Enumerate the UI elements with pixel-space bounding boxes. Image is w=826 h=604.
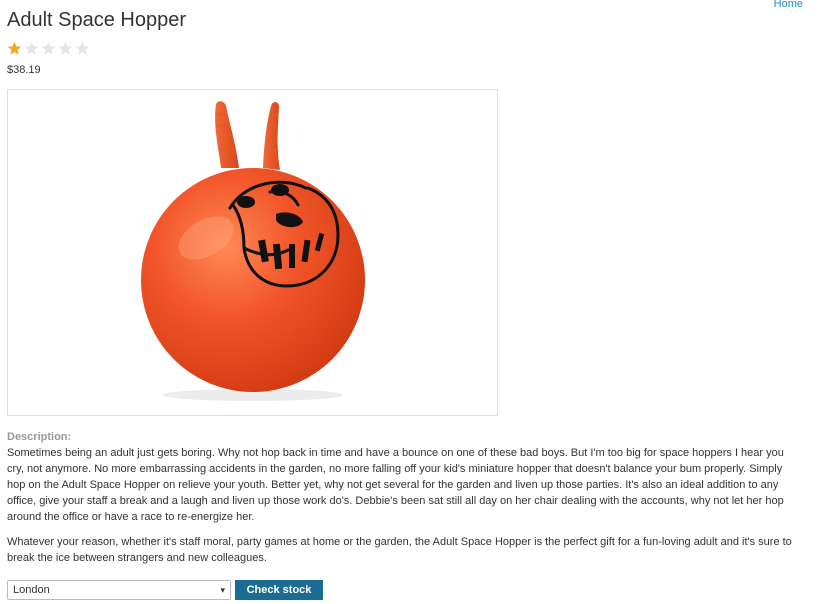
description-label: Description: xyxy=(7,431,72,443)
star-filled-icon xyxy=(7,41,22,55)
product-price: $38.19 xyxy=(7,64,41,76)
check-stock-button[interactable]: Check stock xyxy=(235,580,323,600)
rating-stars xyxy=(7,41,90,56)
star-empty-icon xyxy=(58,41,73,55)
store-select-value: London xyxy=(13,584,50,596)
space-hopper-image xyxy=(141,101,365,401)
description-paragraph: Whatever your reason, whether it's staff… xyxy=(7,536,792,564)
chevron-down-icon: ▾ xyxy=(220,584,225,595)
product-title: Adult Space Hopper xyxy=(7,9,187,31)
stock-check-form: London ▾ Check stock xyxy=(7,580,323,600)
product-image xyxy=(7,89,498,416)
description-paragraph: Sometimes being an adult just gets borin… xyxy=(7,447,784,523)
home-link[interactable]: Home xyxy=(774,0,803,12)
store-select[interactable]: London ▾ xyxy=(7,580,231,600)
star-empty-icon xyxy=(75,41,90,55)
star-empty-icon xyxy=(41,41,56,55)
star-empty-icon xyxy=(24,41,39,55)
product-description: Description: Sometimes being an adult ju… xyxy=(7,429,802,575)
